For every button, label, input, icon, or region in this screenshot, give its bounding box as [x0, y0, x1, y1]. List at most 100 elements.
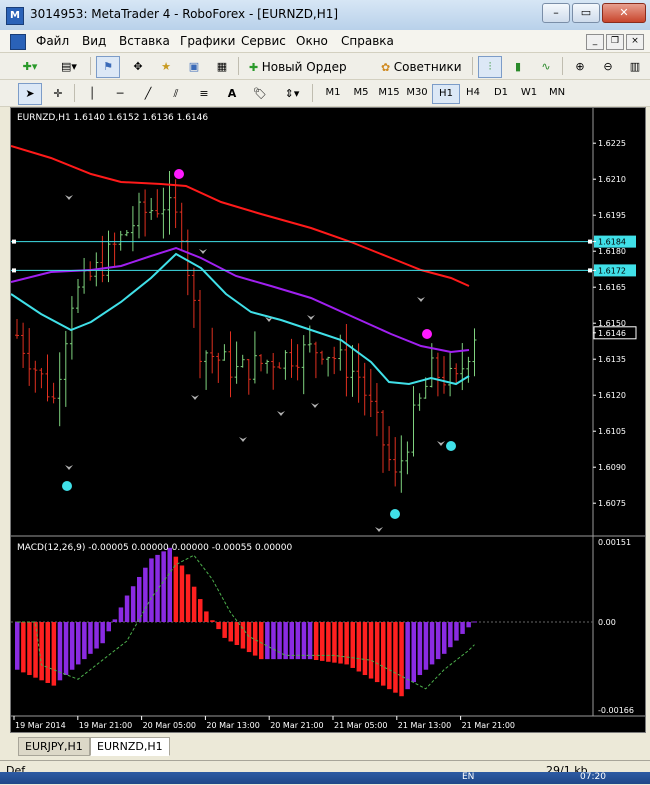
fractal-arrow — [277, 411, 285, 416]
menu-file[interactable]: Файл — [36, 34, 69, 48]
price-label: 1.6172 — [598, 266, 626, 275]
tab-eurjpy[interactable]: EURJPY,H1 — [18, 737, 90, 756]
time-label: 21 Mar 13:00 — [398, 721, 451, 730]
macd-histogram-bar — [344, 622, 349, 665]
macd-axis-label: -0.00166 — [598, 706, 634, 715]
arrows-icon: ⇕▾ — [284, 87, 300, 100]
separator — [562, 57, 563, 75]
macd-histogram-bar — [149, 558, 154, 623]
bar-chart-button[interactable]: ⫶ — [478, 56, 502, 78]
new-order-button[interactable]: ✚ Новый Ордер — [244, 56, 352, 78]
chart-window[interactable]: 1.6225 1.6210 1.6195 1.6184 1.6180 1.6172 1.61… — [10, 107, 646, 733]
macd-histogram-bar — [307, 622, 313, 660]
vertical-line-tool[interactable]: │ — [80, 83, 104, 105]
cursor-tool[interactable]: ➤ — [18, 83, 42, 105]
tf-mn[interactable]: MN — [544, 84, 570, 102]
trendline-tool[interactable]: ╱ — [136, 83, 160, 105]
price-label: 1.6210 — [598, 175, 626, 184]
macd-histogram-bar — [112, 619, 118, 623]
close-button[interactable]: ✕ — [602, 3, 646, 23]
bars-layer — [15, 171, 477, 493]
window-controls: – ▭ ✕ — [542, 3, 646, 23]
chart-tabs: EURJPY,H1 EURNZD,H1 — [10, 736, 644, 756]
menu-view[interactable]: Вид — [82, 34, 106, 48]
menu-help[interactable]: Справка — [341, 34, 394, 48]
price-label: 1.6184 — [598, 238, 626, 247]
macd-histogram-bar — [313, 622, 319, 661]
macd-histogram-bar — [466, 622, 471, 628]
line-chart-button[interactable]: ∿ — [534, 56, 558, 78]
tf-m1[interactable]: M1 — [320, 84, 346, 102]
macd-histogram-bar — [204, 611, 209, 623]
tf-w1[interactable]: W1 — [516, 84, 542, 102]
macd-histogram-bar — [216, 622, 221, 630]
separator — [90, 57, 91, 75]
candlestick-icon: ▮ — [514, 60, 522, 73]
separator — [238, 57, 239, 75]
zoom-out-button[interactable]: ⊖ — [596, 56, 620, 78]
signal-dot — [390, 509, 400, 519]
tf-m30[interactable]: M30 — [404, 84, 430, 102]
macd-histogram-bar — [222, 622, 227, 638]
mdi-restore-button[interactable]: ❐ — [606, 34, 624, 50]
tf-m5[interactable]: M5 — [348, 84, 374, 102]
crosshair-tool[interactable]: ✛ — [46, 83, 70, 105]
menu-charts[interactable]: Графики — [180, 34, 235, 48]
new-chart-button[interactable]: ✚▾ — [14, 56, 46, 78]
market-watch-button[interactable]: ⚑ — [96, 56, 120, 78]
horizontal-line-icon: ─ — [116, 87, 124, 100]
macd-histogram-bar — [21, 622, 26, 673]
moving-averages-layer — [11, 145, 470, 386]
zoom-in-button[interactable]: ⊕ — [568, 56, 592, 78]
fibonacci-tool[interactable]: ≡ — [192, 83, 216, 105]
label-tool[interactable]: 🏷 — [248, 83, 272, 105]
channel-tool[interactable]: ⫽ — [164, 83, 188, 105]
expert-advisors-button[interactable]: ✿ Советники — [378, 56, 470, 78]
macd-histogram-bar — [106, 622, 111, 632]
macd-histogram-bar — [259, 622, 264, 660]
zoom-in-icon: ⊕ — [575, 60, 585, 73]
menu-tools[interactable]: Сервис — [241, 34, 286, 48]
tester-icon: ▦ — [216, 60, 228, 73]
menu-window[interactable]: Окно — [296, 34, 328, 48]
tile-windows-button[interactable]: ▥ — [624, 56, 646, 78]
time-label: 20 Mar 13:00 — [206, 721, 259, 730]
taskbar: EN 07:20 — [0, 772, 650, 784]
mdi-close-button[interactable]: × — [626, 34, 644, 50]
arrows-tool[interactable]: ⇕▾ — [276, 83, 308, 105]
candlestick-button[interactable]: ▮ — [506, 56, 530, 78]
menu-insert[interactable]: Вставка — [119, 34, 170, 48]
fractal-arrow — [437, 441, 445, 446]
data-window-button[interactable]: ✥ — [126, 56, 150, 78]
horizontal-line-tool[interactable]: ─ — [108, 83, 132, 105]
trendline-icon: ╱ — [144, 87, 152, 100]
macd-histogram-bar — [295, 622, 301, 660]
price-label: 1.6146 — [598, 329, 626, 338]
minimize-button[interactable]: – — [542, 3, 570, 23]
macd-histogram-bar — [191, 586, 197, 623]
strategy-tester-button[interactable]: ▦ — [210, 56, 234, 78]
terminal-button[interactable]: ▣ — [182, 56, 206, 78]
separator — [74, 84, 75, 102]
text-tool[interactable]: A — [220, 83, 244, 105]
maximize-button[interactable]: ▭ — [572, 3, 600, 23]
macd-histogram-bar — [39, 622, 44, 681]
tab-eurnzd[interactable]: EURNZD,H1 — [90, 737, 170, 756]
price-label: 1.6195 — [598, 211, 626, 220]
macd-histogram-bar — [45, 622, 50, 683]
chart-window-icon[interactable] — [10, 34, 26, 50]
mdi-minimize-button[interactable]: _ — [586, 34, 604, 50]
tf-h4[interactable]: H4 — [460, 84, 486, 102]
price-label: 1.6090 — [598, 463, 626, 472]
price-chart[interactable]: 1.6225 1.6210 1.6195 1.61841.6180 1.6172 1.61… — [11, 108, 645, 732]
macd-histogram-bar — [69, 622, 75, 670]
macd-histogram-bar — [27, 622, 32, 676]
markers-layer — [62, 169, 456, 532]
navigator-button[interactable]: ★ — [154, 56, 178, 78]
tf-d1[interactable]: D1 — [488, 84, 514, 102]
profiles-button[interactable]: ▤▾ — [52, 56, 86, 78]
tf-h1[interactable]: H1 — [432, 84, 460, 104]
tf-m15[interactable]: M15 — [376, 84, 402, 102]
fractal-arrow — [239, 437, 247, 442]
macd-histogram-bar — [210, 620, 215, 623]
